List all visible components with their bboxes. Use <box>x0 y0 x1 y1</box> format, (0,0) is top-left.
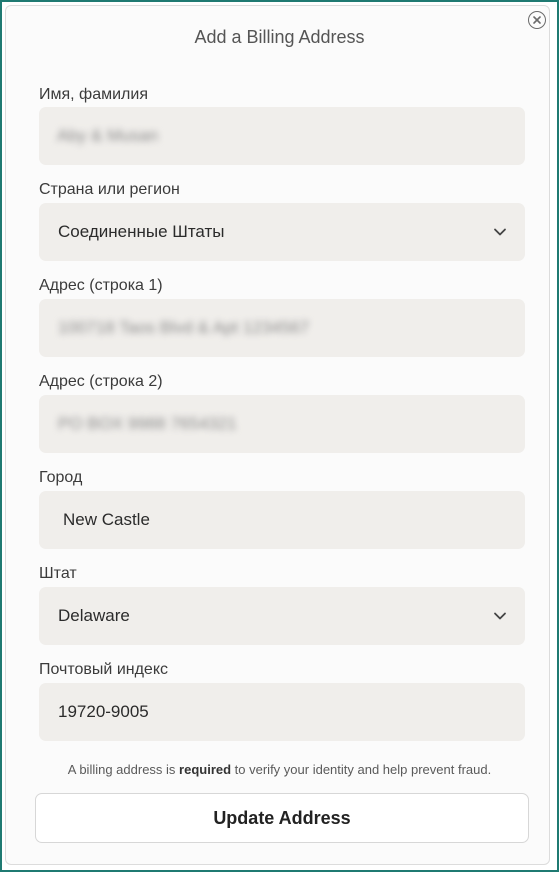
country-value: Соединенные Штаты <box>58 222 225 241</box>
zip-field[interactable]: 19720-9005 <box>39 683 525 741</box>
city-label: Город <box>39 469 83 486</box>
address-line1-value: 100718 Taos Blvd & Apt 1234567 <box>58 318 310 337</box>
update-address-button[interactable]: Update Address <box>35 793 529 843</box>
address-line2-label: Адрес (строка 2) <box>39 373 163 390</box>
address-line1-label: Адрес (строка 1) <box>39 277 163 294</box>
billing-note-suffix: to verify your identity and help prevent… <box>231 762 492 777</box>
city-value: New Castle <box>63 510 150 529</box>
billing-note-required: required <box>179 762 232 777</box>
state-select[interactable]: Delaware <box>39 587 525 645</box>
zip-value: 19720-9005 <box>58 702 149 721</box>
state-value: Delaware <box>58 606 130 625</box>
chevron-down-icon <box>494 228 506 236</box>
billing-note-prefix: A billing address is <box>67 762 180 777</box>
full-name-value: Aby & Musan <box>57 126 159 145</box>
city-field[interactable]: New Castle <box>39 491 525 549</box>
billing-note: A billing address is required to verify … <box>0 762 559 778</box>
chevron-down-icon <box>494 612 506 620</box>
dialog-title: Add a Billing Address <box>194 27 365 47</box>
address-line2-value: PO BOX 9988 7654321 <box>58 414 237 433</box>
zip-label: Почтовый индекс <box>39 661 168 678</box>
country-label: Страна или регион <box>39 181 180 198</box>
state-label: Штат <box>39 565 77 582</box>
country-select[interactable]: Соединенные Штаты <box>39 203 525 261</box>
address-line2-field[interactable]: PO BOX 9988 7654321 <box>39 395 525 453</box>
full-name-field[interactable]: Aby & Musan <box>39 107 525 165</box>
full-name-label: Имя, фамилия <box>39 86 148 103</box>
address-line1-field[interactable]: 100718 Taos Blvd & Apt 1234567 <box>39 299 525 357</box>
